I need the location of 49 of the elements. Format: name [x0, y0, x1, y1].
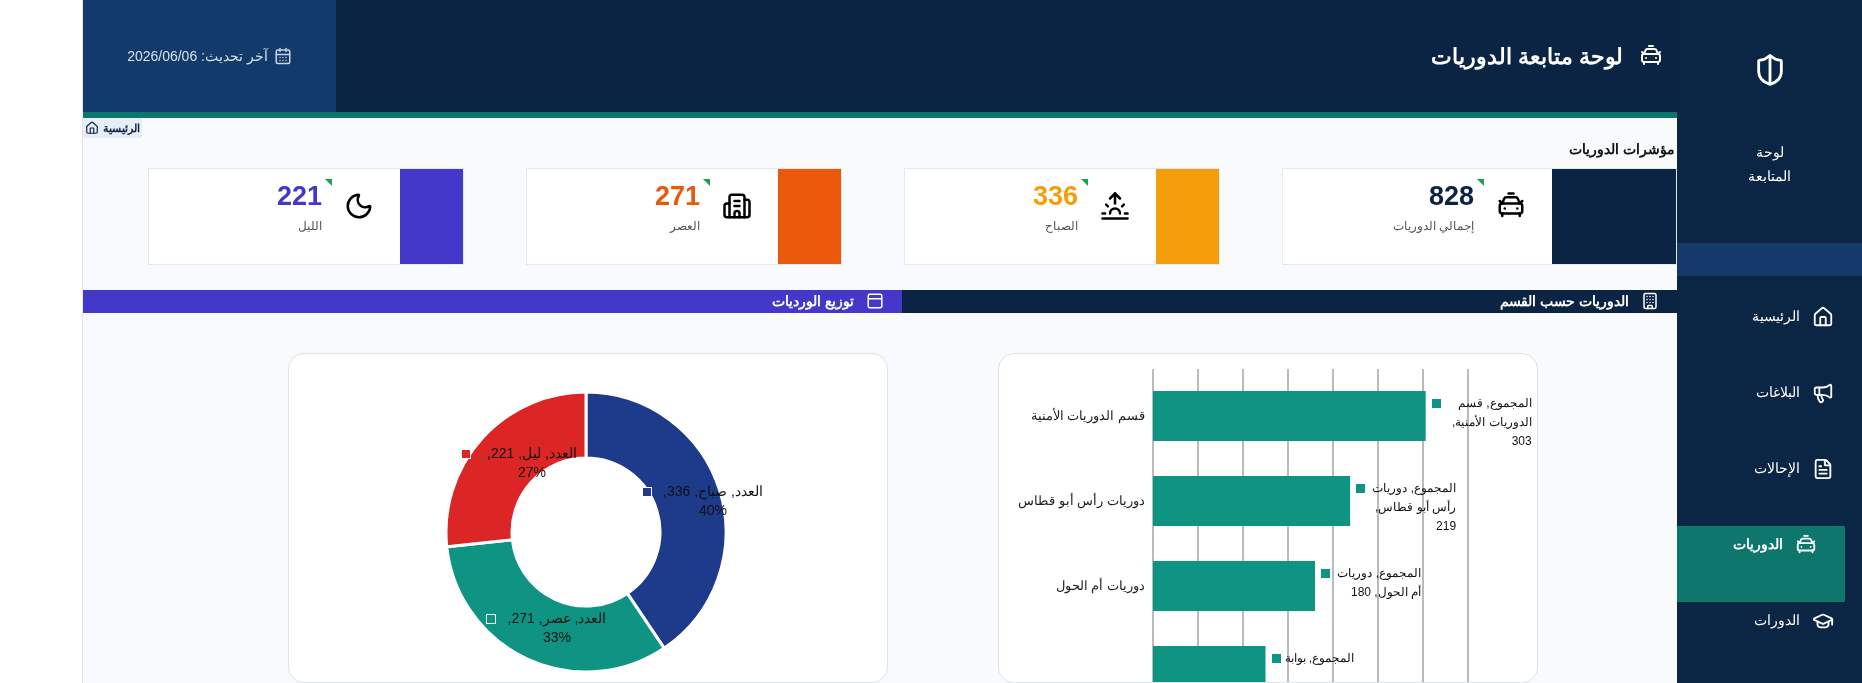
indicator-value: 336: [1032, 180, 1078, 211]
indicator-value: 828: [1428, 180, 1474, 211]
category-label: دوريات رأس أبو قطاس: [1017, 492, 1145, 511]
category-label: دوريات أم الحول: [1054, 577, 1145, 596]
indicator-label: إجمالي الدوريات: [1392, 217, 1474, 235]
indicator-label: الصباح: [1045, 217, 1078, 235]
panel-icon: [866, 292, 884, 311]
indicator-value: 271: [654, 180, 700, 211]
corner-marker-icon: [1081, 178, 1088, 186]
corner-marker-icon: [703, 178, 710, 186]
section-title: الدوريات حسب القسم: [1500, 291, 1629, 312]
legend-square-icon: [486, 614, 496, 624]
value-label: المجموع, دوريات أم الحول, 180: [1336, 565, 1421, 601]
sidebar-item[interactable]: الرئيسية: [1677, 298, 1862, 374]
sidebar-item[interactable]: البلاغات: [1677, 374, 1862, 450]
legend-square-icon: [1321, 569, 1330, 578]
brand-label: لوحة المتابعة: [1747, 143, 1792, 186]
legend-square-icon: [1431, 399, 1441, 408]
calendar-icon: [273, 47, 292, 65]
sidebar-item[interactable]: الدوريات: [1677, 526, 1845, 602]
slice-label: العدد, عصر, 271, %33: [506, 609, 608, 647]
breadcrumb[interactable]: الرئيسية: [83, 118, 142, 138]
legend-square-icon: [1356, 484, 1366, 493]
indicator-label: الليل: [298, 217, 322, 235]
indicator-label: العصر: [670, 217, 700, 235]
section-title: توزيع الورديات: [772, 291, 854, 312]
home-icon: [85, 121, 99, 135]
car-icon: [1639, 44, 1663, 68]
corner-marker-icon: [1477, 178, 1484, 186]
sidebar-item[interactable]: الإحالات: [1677, 450, 1862, 526]
indicator-value: 221: [276, 180, 322, 211]
corner-marker-icon: [325, 178, 332, 186]
legend-square-icon: [642, 487, 652, 497]
page-title: لوحة متابعة الدوريات: [1430, 42, 1623, 72]
car-icon: [1795, 534, 1817, 556]
value-label: المجموع, بوابة: [1284, 650, 1355, 667]
building-icon: [1641, 292, 1659, 311]
section-heading: مؤشرات الدوريات: [1569, 139, 1676, 160]
value-label: المجموع, قسم الدوريات الأمنية, 303: [1451, 395, 1532, 450]
last-update-text: آخر تحديث: 2026/06/06: [127, 46, 268, 67]
legend-square-icon: [461, 449, 471, 459]
megaphone-icon: [1812, 382, 1834, 404]
house-icon: [1812, 306, 1834, 328]
sunrise-icon: [1100, 190, 1130, 221]
sidebar-item[interactable]: الدورات: [1677, 602, 1862, 678]
value-label: المجموع, دوريات رأس أبو قطاس, 219: [1371, 480, 1457, 535]
legend-square-icon: [1271, 654, 1281, 663]
category-label: قسم الدوريات الأمنية: [1029, 407, 1145, 426]
document-icon: [1812, 458, 1834, 480]
